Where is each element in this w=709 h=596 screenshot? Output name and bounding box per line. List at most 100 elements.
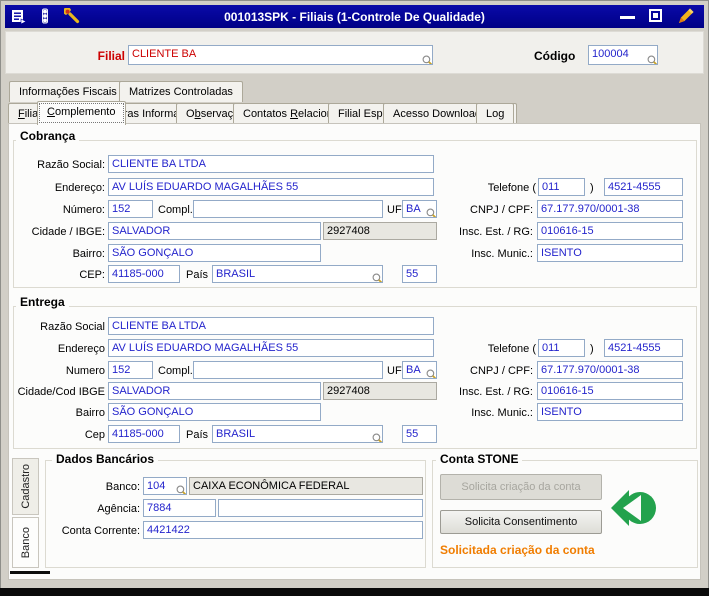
banco-cod-input[interactable]: 104 [143,477,187,495]
codigo-label: Código [534,49,576,63]
wrench-icon[interactable] [64,8,80,24]
tab-informacoes-fiscais[interactable]: Informações Fiscais [9,81,127,102]
entrega-cidade-label: Cidade/Cod IBGE [17,386,105,398]
tab-label: Informações Fiscais [19,86,117,98]
tab-matrizes-controladas[interactable]: Matrizes Controladas [119,81,243,102]
tab-label: Matrizes Controladas [129,86,233,98]
cobranca-bairro-label: Bairro: [72,248,105,260]
banco-label: Banco: [105,481,140,493]
tab-log[interactable]: Log [476,103,515,124]
maximize-button[interactable] [649,9,662,22]
entrega-bairro-label: Bairro [75,407,105,419]
minimize-button[interactable] [620,16,635,19]
entrega-telefone-input[interactable]: 4521-4555 [604,339,683,357]
cobranca-compl-label: Compl. [158,204,193,216]
lookup-icon[interactable] [426,369,437,379]
traffic-light-icon[interactable] [37,8,53,24]
lookup-icon[interactable] [372,433,383,443]
cobranca-uf-label: UF [387,204,402,216]
entrega-telefone-close: ) [590,343,594,355]
entrega-endereco-label: Endereço [57,343,105,355]
entrega-cep-input[interactable]: 41185-000 [108,425,180,443]
entrega-title: Entrega [16,295,69,309]
lookup-icon[interactable] [372,273,383,283]
entrega-telefone-ddd-input[interactable]: 011 [538,339,585,357]
entrega-uf-input[interactable]: BA [402,361,437,379]
entrega-cep-label: Cep [84,429,105,441]
lookup-icon[interactable] [422,55,433,65]
entrega-compl-input[interactable] [193,361,383,379]
cobranca-pais-cod-input[interactable]: 55 [402,265,437,283]
cobranca-cep-label: CEP: [79,269,105,281]
entrega-numero-input[interactable]: 152 [108,361,153,379]
cobranca-cidade-input[interactable]: SALVADOR [108,222,321,240]
filial-label: Filial [97,49,125,63]
conta-stone-title: Conta STONE [436,452,523,466]
app-window: { "window": { "title": "001013SPK - Fili… [0,0,709,596]
cobranca-insc-mun-label: Insc. Munic.: [471,248,533,260]
maximize-glyph [653,13,658,18]
entrega-endereco-input[interactable]: AV LUÍS EDUARDO MAGALHÃES 55 [108,339,434,357]
cobranca-ibge-field: 2927408 [323,222,437,240]
cobranca-insc-est-label: Insc. Est. / RG: [459,226,533,238]
cobranca-compl-input[interactable] [193,200,383,218]
entrega-cnpj-input[interactable]: 67.177.970/0001-38 [537,361,683,379]
window-title: 001013SPK - Filiais (1-Controle De Quali… [224,9,485,24]
cobranca-endereco-label: Endereço: [54,182,105,194]
cobranca-cep-input[interactable]: 41185-000 [108,265,180,283]
active-tab-indicator [10,571,50,574]
cobranca-pais-label: País [186,269,209,281]
cobranca-uf-input[interactable]: BA [402,200,437,218]
entrega-cnpj-label: CNPJ / CPF: [470,365,533,377]
entrega-razao-social-label: Razão Social [40,321,105,333]
agencia-input[interactable]: 7884 [143,499,216,517]
cobranca-pais-input[interactable]: BRASIL [212,265,383,283]
codigo-value: 100004 [592,48,629,60]
cobranca-cnpj-input[interactable]: 67.177.970/0001-38 [537,200,683,218]
filial-input[interactable]: CLIENTE BA [128,45,433,65]
entrega-insc-mun-input[interactable]: ISENTO [537,403,683,421]
lookup-icon[interactable] [647,55,658,65]
cobranca-telefone-ddd-input[interactable]: 011 [538,178,585,196]
cobranca-telefone-input[interactable]: 4521-4555 [604,178,683,196]
cobranca-insc-est-input[interactable]: 010616-15 [537,222,683,240]
entrega-ibge-field: 2927408 [323,382,437,400]
solicita-criacao-button[interactable]: Solicita criação da conta [440,474,602,500]
codigo-input[interactable]: 100004 [588,45,658,65]
entrega-insc-est-label: Insc. Est. / RG: [459,386,533,398]
cobranca-cnpj-label: CNPJ / CPF: [470,204,533,216]
titlebar: 001013SPK - Filiais (1-Controle De Quali… [5,5,704,28]
entrega-insc-est-input[interactable]: 010616-15 [537,382,683,400]
entrega-numero-label: Numero [65,365,105,377]
cobranca-insc-mun-input[interactable]: ISENTO [537,244,683,262]
entrega-razao-social-input[interactable]: CLIENTE BA LTDA [108,317,434,335]
agencia-digito-input[interactable] [218,499,423,517]
stone-logo-icon [611,490,656,526]
solicita-consentimento-button[interactable]: Solicita Consentimento [440,510,602,534]
cobranca-telefone-label: Telefone ( [487,182,536,194]
dados-bancarios-title: Dados Bancários [52,452,159,466]
stone-status-text: Solicitada criação da conta [440,543,595,557]
cobranca-numero-input[interactable]: 152 [108,200,153,218]
entrega-pais-cod-input[interactable]: 55 [402,425,437,443]
edit-pencil-icon[interactable] [676,6,696,26]
cobranca-bairro-input[interactable]: SÃO GONÇALO [108,244,321,262]
conta-corrente-input[interactable]: 4421422 [143,521,423,539]
filial-value: CLIENTE BA [132,48,197,60]
tab-complemento[interactable]: Complemento [37,101,126,125]
entrega-pais-input[interactable]: BRASIL [212,425,383,443]
cobranca-title: Cobrança [16,129,80,143]
cobranca-razao-social-label: Razão Social: [37,159,105,171]
entrega-cidade-input[interactable]: SALVADOR [108,382,321,400]
conta-corrente-label: Conta Corrente: [61,525,140,537]
entrega-pais-label: País [186,429,209,441]
lookup-icon[interactable] [426,208,437,218]
cobranca-endereco-input[interactable]: AV LUÍS EDUARDO MAGALHÃES 55 [108,178,434,196]
entrega-bairro-input[interactable]: SÃO GONÇALO [108,403,321,421]
lookup-icon[interactable] [176,485,187,495]
entrega-telefone-label: Telefone ( [487,343,536,355]
form-export-icon[interactable] [11,9,27,25]
entrega-insc-mun-label: Insc. Munic.: [471,407,533,419]
cobranca-razao-social-input[interactable]: CLIENTE BA LTDA [108,155,434,173]
agencia-label: Agência: [97,503,140,515]
